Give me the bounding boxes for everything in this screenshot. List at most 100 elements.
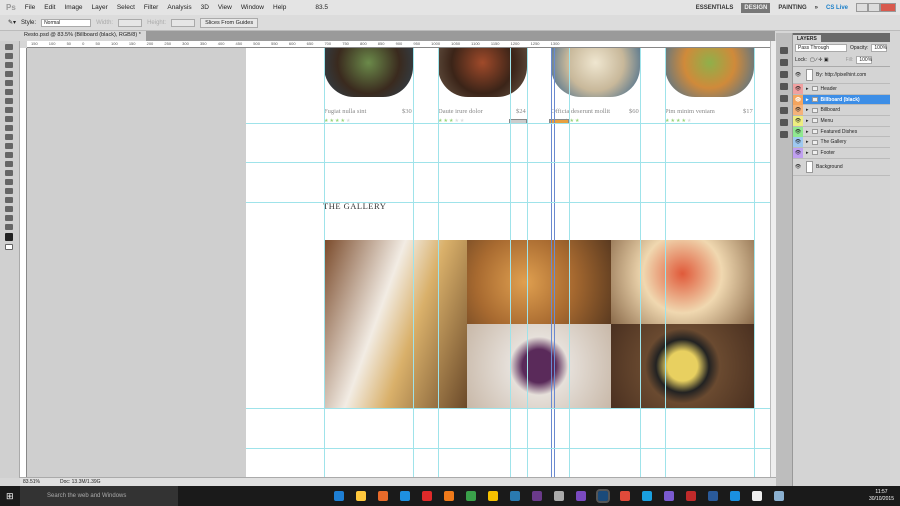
cs-live-button[interactable]: CS Live <box>826 5 848 11</box>
lock-icons[interactable]: ▢ ∕ ✛ ▣ <box>810 57 829 63</box>
windows-start-icon[interactable]: ⊞ <box>6 491 14 502</box>
width-input[interactable] <box>118 18 143 27</box>
opera-icon[interactable] <box>422 491 432 501</box>
fill-input[interactable]: 100% <box>856 56 873 64</box>
minimize-button[interactable] <box>856 3 868 12</box>
adjustments-panel-icon[interactable] <box>780 107 788 114</box>
visibility-eye-icon[interactable]: 👁 <box>793 147 803 158</box>
app-icon[interactable] <box>554 491 564 501</box>
visibility-eye-icon[interactable]: 👁 <box>793 94 803 105</box>
document-tab[interactable]: Resto.psd @ 83.5% (Billboard (black), RG… <box>20 31 146 41</box>
path-select-tool-icon[interactable] <box>5 188 13 194</box>
app-icon[interactable] <box>774 491 784 501</box>
app-icon[interactable] <box>510 491 520 501</box>
layer-row[interactable]: 👁 By: http://pixelhint.com <box>793 67 890 84</box>
menu-3d[interactable]: 3D <box>201 4 209 11</box>
stamp-tool-icon[interactable] <box>5 116 13 122</box>
workspace-painting[interactable]: PAINTING <box>778 5 806 11</box>
layer-row[interactable]: 👁 ▸ Menu <box>793 115 890 127</box>
layers-tab[interactable]: LAYERS <box>793 35 821 43</box>
firefox-icon[interactable] <box>444 491 454 501</box>
expand-arrow-icon[interactable]: ▸ <box>806 118 809 124</box>
eyedropper-tool-icon[interactable] <box>5 89 13 95</box>
expand-arrow-icon[interactable]: ▸ <box>806 150 809 156</box>
3d-tool-icon[interactable] <box>5 206 13 212</box>
expand-arrow-icon[interactable]: ▸ <box>806 139 809 145</box>
slice-tool-icon[interactable]: ✎▾ <box>8 19 16 26</box>
styles-panel-icon[interactable] <box>780 95 788 102</box>
layer-row[interactable]: 👁 ▸ Featured Dishes <box>793 126 890 138</box>
quick-select-tool-icon[interactable] <box>5 71 13 77</box>
chrome-icon[interactable] <box>466 491 476 501</box>
shape-tool-icon[interactable] <box>5 197 13 203</box>
eraser-tool-icon[interactable] <box>5 134 13 140</box>
skype-icon[interactable] <box>642 491 652 501</box>
premiere-icon[interactable] <box>532 491 542 501</box>
type-tool-icon[interactable] <box>5 179 13 185</box>
zoom-tool-icon[interactable] <box>5 224 13 230</box>
menu-select[interactable]: Select <box>117 4 135 11</box>
expand-arrow-icon[interactable]: ▸ <box>806 97 809 103</box>
document-canvas[interactable]: Fugiat nulla sint $30 ★★★★★ Daute irure … <box>246 48 770 477</box>
app-icon[interactable] <box>664 491 674 501</box>
layer-row[interactable]: 👁 Background <box>793 159 890 176</box>
visibility-eye-icon[interactable]: 👁 <box>793 115 803 126</box>
menu-file[interactable]: File <box>25 4 35 11</box>
transform-panel-icon[interactable] <box>780 59 788 66</box>
paragraph-panel-icon[interactable] <box>780 131 788 138</box>
media-icon[interactable] <box>730 491 740 501</box>
layer-row[interactable]: 👁 ▸ Billboard <box>793 105 890 117</box>
menu-filter[interactable]: Filter <box>144 4 158 11</box>
menu-view[interactable]: View <box>218 4 232 11</box>
layer-row[interactable]: 👁 ▸ Billboard (black) <box>793 94 890 106</box>
visibility-eye-icon[interactable]: 👁 <box>793 70 803 80</box>
edge-icon[interactable] <box>400 491 410 501</box>
photoshop-taskbar-icon[interactable] <box>596 489 610 503</box>
workspace-essentials[interactable]: ESSENTIALS <box>696 5 734 11</box>
filezilla-icon[interactable] <box>686 491 696 501</box>
gradient-tool-icon[interactable] <box>5 143 13 149</box>
visibility-eye-icon[interactable]: 👁 <box>793 137 803 148</box>
file-explorer-icon[interactable] <box>356 491 366 501</box>
visibility-eye-icon[interactable]: 👁 <box>793 83 803 94</box>
app-icon[interactable] <box>620 491 630 501</box>
visual-studio-icon[interactable] <box>576 491 586 501</box>
history-brush-icon[interactable] <box>5 125 13 131</box>
crop-tool-icon[interactable] <box>5 80 13 86</box>
expand-arrow-icon[interactable]: ▸ <box>806 129 809 135</box>
maximize-button[interactable] <box>868 3 880 12</box>
menu-image[interactable]: Image <box>64 4 82 11</box>
opacity-input[interactable]: 100% <box>871 44 888 52</box>
color-swatches-icon[interactable] <box>5 233 13 241</box>
3d-panel-icon[interactable] <box>780 47 788 54</box>
blur-tool-icon[interactable] <box>5 152 13 158</box>
move-tool-icon[interactable] <box>5 44 13 50</box>
menu-layer[interactable]: Layer <box>92 4 108 11</box>
quick-mask-icon[interactable] <box>5 244 13 250</box>
close-button[interactable] <box>880 3 896 12</box>
dodge-tool-icon[interactable] <box>5 161 13 167</box>
hand-tool-icon[interactable] <box>5 215 13 221</box>
home-icon[interactable] <box>752 491 762 501</box>
zoom-level-dropdown[interactable]: 83.5 <box>315 4 328 11</box>
slices-from-guides-button[interactable]: Slices From Guides <box>200 17 259 28</box>
menu-analysis[interactable]: Analysis <box>167 4 191 11</box>
menu-window[interactable]: Window <box>241 4 264 11</box>
swatches-panel-icon[interactable] <box>780 83 788 90</box>
menu-help[interactable]: Help <box>273 4 286 11</box>
expand-arrow-icon[interactable]: ▸ <box>806 86 809 92</box>
height-input[interactable] <box>171 18 196 27</box>
visibility-eye-icon[interactable]: 👁 <box>793 126 803 137</box>
layer-row[interactable]: 👁 ▸ The Gallery <box>793 137 890 149</box>
character-panel-icon[interactable] <box>780 119 788 126</box>
brush-tool-icon[interactable] <box>5 107 13 113</box>
healing-tool-icon[interactable] <box>5 98 13 104</box>
visibility-eye-icon[interactable]: 👁 <box>793 161 803 172</box>
taskbar-search[interactable]: Search the web and Windows <box>20 486 178 506</box>
marquee-tool-icon[interactable] <box>5 53 13 59</box>
taskbar-clock[interactable]: 11:57 30/10/2015 <box>869 489 894 503</box>
app-icon[interactable] <box>488 491 498 501</box>
outlook-icon[interactable] <box>334 491 344 501</box>
blend-mode-select[interactable]: Pass Through <box>795 44 847 52</box>
visibility-eye-icon[interactable]: 👁 <box>793 105 803 116</box>
